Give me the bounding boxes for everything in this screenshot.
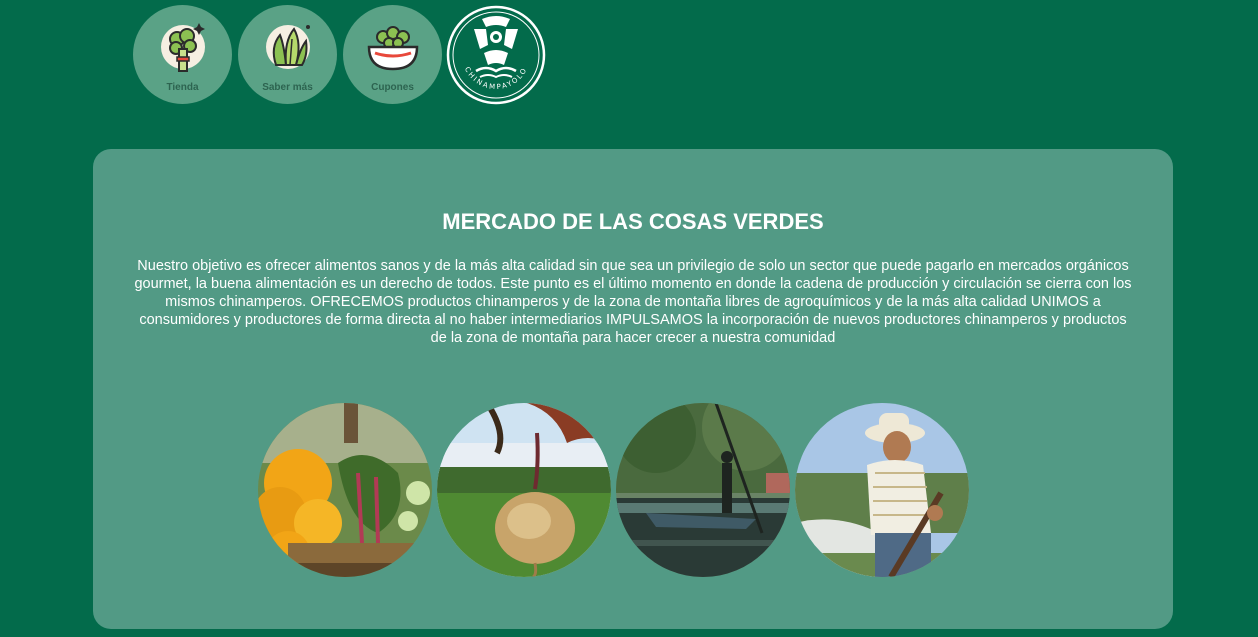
bowl-icon	[367, 26, 419, 71]
lettuce-icon	[266, 25, 310, 69]
nav-cupones-label: Cupones	[371, 82, 414, 93]
canal-boat-photo	[616, 403, 790, 577]
chinampayolo-logo-icon: CHINAMPAYOLO	[446, 5, 546, 105]
broccoli-icon	[161, 23, 205, 72]
page-title: MERCADO DE LAS COSAS VERDES	[442, 209, 824, 234]
nav-cupones-button[interactable]: Cupones	[343, 5, 442, 104]
nav-saber-mas-button[interactable]: Saber más	[238, 5, 337, 104]
flowers-photo	[258, 403, 432, 577]
main-card: MERCADO DE LAS COSAS VERDES Nuestro obje…	[93, 149, 1173, 629]
nav-tienda-button[interactable]: Tienda	[133, 5, 232, 104]
description-text: Nuestro objetivo es ofrecer alimentos sa…	[134, 258, 1132, 346]
nav-tienda-label: Tienda	[166, 82, 199, 93]
nav-saber-mas-label: Saber más	[262, 82, 313, 93]
farmer-photo	[795, 403, 969, 577]
beet-harvest-photo	[437, 403, 611, 577]
chinampayolo-logo[interactable]: CHINAMPAYOLO	[446, 5, 546, 105]
svg-text:CHINAMPAYOLO: CHINAMPAYOLO	[463, 66, 529, 92]
